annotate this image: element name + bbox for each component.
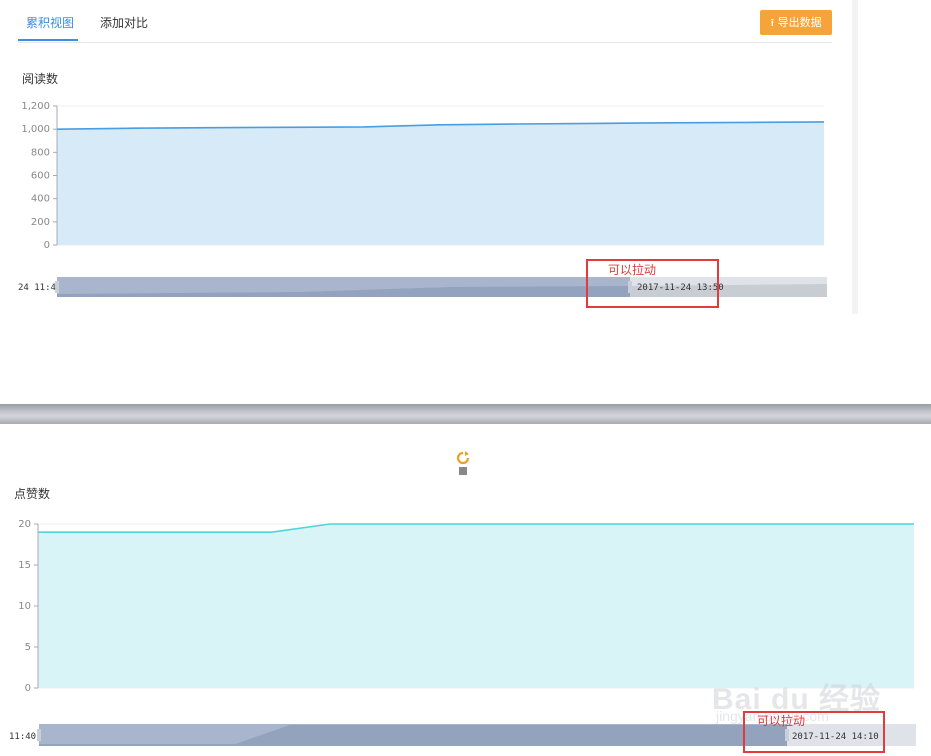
slider-left-handle[interactable] bbox=[37, 729, 41, 741]
panel-right-border bbox=[852, 0, 858, 314]
slider-left-handle[interactable] bbox=[55, 281, 59, 293]
y-tick-label: 200 bbox=[31, 217, 50, 228]
y-tick-label: 0 bbox=[44, 240, 50, 251]
y-tick-label: 0 bbox=[25, 683, 31, 694]
y-tick-label: 1,200 bbox=[21, 101, 50, 112]
reads-chart: 1,200 1,000 800 600 400 200 0 bbox=[21, 101, 825, 251]
y-tick-label: 15 bbox=[18, 560, 31, 571]
y-tick-label: 800 bbox=[31, 147, 50, 158]
reads-chart-title: 阅读数 bbox=[22, 72, 59, 86]
section-divider bbox=[0, 404, 931, 424]
export-data-button[interactable]: ⭱ 导出数据 bbox=[760, 10, 832, 35]
slider-start-label: 24 11:40 bbox=[18, 283, 61, 293]
refresh-icon bbox=[456, 451, 470, 475]
upload-arrow-icon: ⭱ bbox=[770, 16, 775, 29]
likes-chart-title: 点赞数 bbox=[14, 487, 51, 501]
y-tick-label: 20 bbox=[18, 519, 31, 530]
tab-add-comparison[interactable]: 添加对比 bbox=[100, 14, 148, 31]
y-tick-label: 1,000 bbox=[21, 124, 50, 135]
y-tick-label: 10 bbox=[18, 601, 31, 612]
active-tab-indicator bbox=[18, 39, 78, 41]
reads-panel: 累积视图 添加对比 ⭱ 导出数据 阅读数 1,200 1,000 800 600 400… bbox=[0, 0, 858, 314]
slider-start-label: 11:40 bbox=[9, 732, 36, 742]
export-button-label: 导出数据 bbox=[777, 16, 822, 29]
annotation-label: 可以拉动 bbox=[757, 714, 806, 728]
y-tick-label: 400 bbox=[31, 194, 50, 205]
reads-time-slider[interactable]: 24 11:40 2017-11-24 13:50 bbox=[0, 272, 850, 304]
y-tick-label: 5 bbox=[25, 642, 31, 653]
y-tick-label: 600 bbox=[31, 171, 50, 182]
series-area bbox=[57, 121, 824, 245]
annotation-label: 可以拉动 bbox=[608, 263, 657, 277]
tab-cumulative-view[interactable]: 累积视图 bbox=[26, 14, 74, 31]
tab-bar: 累积视图 添加对比 bbox=[18, 0, 832, 43]
